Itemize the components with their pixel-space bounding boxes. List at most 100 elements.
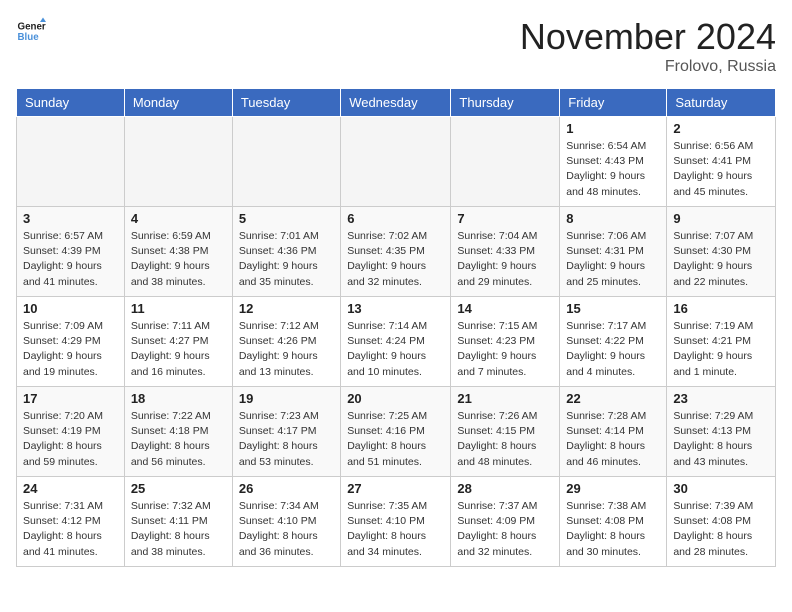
day-cell-5: 5 Sunrise: 7:01 AM Sunset: 4:36 PM Daylig… bbox=[232, 207, 340, 297]
day-number: 26 bbox=[239, 481, 334, 496]
day-number: 7 bbox=[457, 211, 553, 226]
week-row-2: 3 Sunrise: 6:57 AM Sunset: 4:39 PM Daylig… bbox=[17, 207, 776, 297]
day-number: 29 bbox=[566, 481, 660, 496]
day-detail: Sunrise: 7:34 AM Sunset: 4:10 PM Dayligh… bbox=[239, 499, 334, 560]
day-number: 28 bbox=[457, 481, 553, 496]
day-detail: Sunrise: 7:12 AM Sunset: 4:26 PM Dayligh… bbox=[239, 319, 334, 380]
day-cell-28: 28 Sunrise: 7:37 AM Sunset: 4:09 PM Dayli… bbox=[451, 477, 560, 567]
day-detail: Sunrise: 7:14 AM Sunset: 4:24 PM Dayligh… bbox=[347, 319, 444, 380]
day-cell-29: 29 Sunrise: 7:38 AM Sunset: 4:08 PM Dayli… bbox=[560, 477, 667, 567]
day-number: 16 bbox=[673, 301, 769, 316]
day-detail: Sunrise: 7:31 AM Sunset: 4:12 PM Dayligh… bbox=[23, 499, 118, 560]
day-cell-30: 30 Sunrise: 7:39 AM Sunset: 4:08 PM Dayli… bbox=[667, 477, 776, 567]
day-detail: Sunrise: 6:59 AM Sunset: 4:38 PM Dayligh… bbox=[131, 229, 226, 290]
month-title: November 2024 bbox=[520, 16, 776, 58]
day-number: 1 bbox=[566, 121, 660, 136]
day-number: 9 bbox=[673, 211, 769, 226]
day-cell-11: 11 Sunrise: 7:11 AM Sunset: 4:27 PM Dayli… bbox=[124, 297, 232, 387]
day-cell-20: 20Sunrise: 7:25 AM Sunset: 4:16 PM Dayli… bbox=[341, 387, 451, 477]
day-cell-17: 17Sunrise: 7:20 AM Sunset: 4:19 PM Dayli… bbox=[17, 387, 125, 477]
day-cell-24: 24 Sunrise: 7:31 AM Sunset: 4:12 PM Dayli… bbox=[17, 477, 125, 567]
day-number: 10 bbox=[23, 301, 118, 316]
day-cell-4: 4 Sunrise: 6:59 AM Sunset: 4:38 PM Daylig… bbox=[124, 207, 232, 297]
day-detail: Sunrise: 7:37 AM Sunset: 4:09 PM Dayligh… bbox=[457, 499, 553, 560]
day-detail: Sunrise: 7:19 AM Sunset: 4:21 PM Dayligh… bbox=[673, 319, 769, 380]
day-number: 4 bbox=[131, 211, 226, 226]
day-cell-16: 16 Sunrise: 7:19 AM Sunset: 4:21 PM Dayli… bbox=[667, 297, 776, 387]
day-detail: Sunrise: 7:35 AM Sunset: 4:10 PM Dayligh… bbox=[347, 499, 444, 560]
day-number: 24 bbox=[23, 481, 118, 496]
day-detail: Sunrise: 7:29 AM Sunset: 4:13 PM Dayligh… bbox=[673, 409, 769, 470]
day-cell-14: 14 Sunrise: 7:15 AM Sunset: 4:23 PM Dayli… bbox=[451, 297, 560, 387]
day-number: 23 bbox=[673, 391, 769, 406]
svg-text:Blue: Blue bbox=[18, 32, 40, 43]
day-cell-21: 21Sunrise: 7:26 AM Sunset: 4:15 PM Dayli… bbox=[451, 387, 560, 477]
day-detail: Sunrise: 7:23 AM Sunset: 4:17 PM Dayligh… bbox=[239, 409, 334, 470]
day-number: 27 bbox=[347, 481, 444, 496]
svg-text:General: General bbox=[18, 22, 47, 33]
day-cell-3: 3 Sunrise: 6:57 AM Sunset: 4:39 PM Daylig… bbox=[17, 207, 125, 297]
day-cell-13: 13 Sunrise: 7:14 AM Sunset: 4:24 PM Dayli… bbox=[341, 297, 451, 387]
day-detail: Sunrise: 7:06 AM Sunset: 4:31 PM Dayligh… bbox=[566, 229, 660, 290]
header-friday: Friday bbox=[560, 89, 667, 117]
day-detail: Sunrise: 7:25 AM Sunset: 4:16 PM Dayligh… bbox=[347, 409, 444, 470]
day-cell-7: 7Sunrise: 7:04 AM Sunset: 4:33 PM Daylig… bbox=[451, 207, 560, 297]
logo: General Blue bbox=[16, 16, 46, 46]
header-monday: Monday bbox=[124, 89, 232, 117]
day-detail: Sunrise: 7:22 AM Sunset: 4:18 PM Dayligh… bbox=[131, 409, 226, 470]
day-number: 13 bbox=[347, 301, 444, 316]
day-detail: Sunrise: 7:07 AM Sunset: 4:30 PM Dayligh… bbox=[673, 229, 769, 290]
header-saturday: Saturday bbox=[667, 89, 776, 117]
day-detail: Sunrise: 7:32 AM Sunset: 4:11 PM Dayligh… bbox=[131, 499, 226, 560]
day-cell-12: 12 Sunrise: 7:12 AM Sunset: 4:26 PM Dayli… bbox=[232, 297, 340, 387]
day-cell-19: 19 Sunrise: 7:23 AM Sunset: 4:17 PM Dayli… bbox=[232, 387, 340, 477]
week-row-1: 1Sunrise: 6:54 AM Sunset: 4:43 PM Daylig… bbox=[17, 117, 776, 207]
day-number: 6 bbox=[347, 211, 444, 226]
day-cell-empty bbox=[17, 117, 125, 207]
day-number: 14 bbox=[457, 301, 553, 316]
day-number: 12 bbox=[239, 301, 334, 316]
day-detail: Sunrise: 7:38 AM Sunset: 4:08 PM Dayligh… bbox=[566, 499, 660, 560]
header: General Blue November 2024 Frolovo, Russ… bbox=[16, 16, 776, 76]
day-detail: Sunrise: 6:57 AM Sunset: 4:39 PM Dayligh… bbox=[23, 229, 118, 290]
day-cell-empty bbox=[124, 117, 232, 207]
day-number: 2 bbox=[673, 121, 769, 136]
header-wednesday: Wednesday bbox=[341, 89, 451, 117]
day-number: 30 bbox=[673, 481, 769, 496]
day-detail: Sunrise: 7:17 AM Sunset: 4:22 PM Dayligh… bbox=[566, 319, 660, 380]
day-detail: Sunrise: 7:15 AM Sunset: 4:23 PM Dayligh… bbox=[457, 319, 553, 380]
day-cell-18: 18 Sunrise: 7:22 AM Sunset: 4:18 PM Dayli… bbox=[124, 387, 232, 477]
day-cell-27: 27 Sunrise: 7:35 AM Sunset: 4:10 PM Dayli… bbox=[341, 477, 451, 567]
day-cell-26: 26 Sunrise: 7:34 AM Sunset: 4:10 PM Dayli… bbox=[232, 477, 340, 567]
day-cell-23: 23 Sunrise: 7:29 AM Sunset: 4:13 PM Dayli… bbox=[667, 387, 776, 477]
day-cell-6: 6 Sunrise: 7:02 AM Sunset: 4:35 PM Daylig… bbox=[341, 207, 451, 297]
day-number: 22 bbox=[566, 391, 660, 406]
header-thursday: Thursday bbox=[451, 89, 560, 117]
day-cell-25: 25 Sunrise: 7:32 AM Sunset: 4:11 PM Dayli… bbox=[124, 477, 232, 567]
day-number: 25 bbox=[131, 481, 226, 496]
location: Frolovo, Russia bbox=[520, 58, 776, 76]
day-cell-empty bbox=[341, 117, 451, 207]
week-row-5: 24 Sunrise: 7:31 AM Sunset: 4:12 PM Dayli… bbox=[17, 477, 776, 567]
day-number: 19 bbox=[239, 391, 334, 406]
day-detail: Sunrise: 7:02 AM Sunset: 4:35 PM Dayligh… bbox=[347, 229, 444, 290]
day-number: 11 bbox=[131, 301, 226, 316]
day-cell-10: 10 Sunrise: 7:09 AM Sunset: 4:29 PM Dayli… bbox=[17, 297, 125, 387]
day-cell-empty bbox=[451, 117, 560, 207]
week-row-4: 17Sunrise: 7:20 AM Sunset: 4:19 PM Dayli… bbox=[17, 387, 776, 477]
day-number: 5 bbox=[239, 211, 334, 226]
day-number: 15 bbox=[566, 301, 660, 316]
day-number: 17 bbox=[23, 391, 118, 406]
day-detail: Sunrise: 7:01 AM Sunset: 4:36 PM Dayligh… bbox=[239, 229, 334, 290]
header-sunday: Sunday bbox=[17, 89, 125, 117]
day-detail: Sunrise: 7:09 AM Sunset: 4:29 PM Dayligh… bbox=[23, 319, 118, 380]
day-detail: Sunrise: 7:28 AM Sunset: 4:14 PM Dayligh… bbox=[566, 409, 660, 470]
day-detail: Sunrise: 7:39 AM Sunset: 4:08 PM Dayligh… bbox=[673, 499, 769, 560]
day-detail: Sunrise: 7:11 AM Sunset: 4:27 PM Dayligh… bbox=[131, 319, 226, 380]
day-number: 8 bbox=[566, 211, 660, 226]
day-number: 3 bbox=[23, 211, 118, 226]
day-number: 18 bbox=[131, 391, 226, 406]
day-detail: Sunrise: 7:26 AM Sunset: 4:15 PM Dayligh… bbox=[457, 409, 553, 470]
day-cell-1: 1Sunrise: 6:54 AM Sunset: 4:43 PM Daylig… bbox=[560, 117, 667, 207]
day-cell-22: 22 Sunrise: 7:28 AM Sunset: 4:14 PM Dayli… bbox=[560, 387, 667, 477]
